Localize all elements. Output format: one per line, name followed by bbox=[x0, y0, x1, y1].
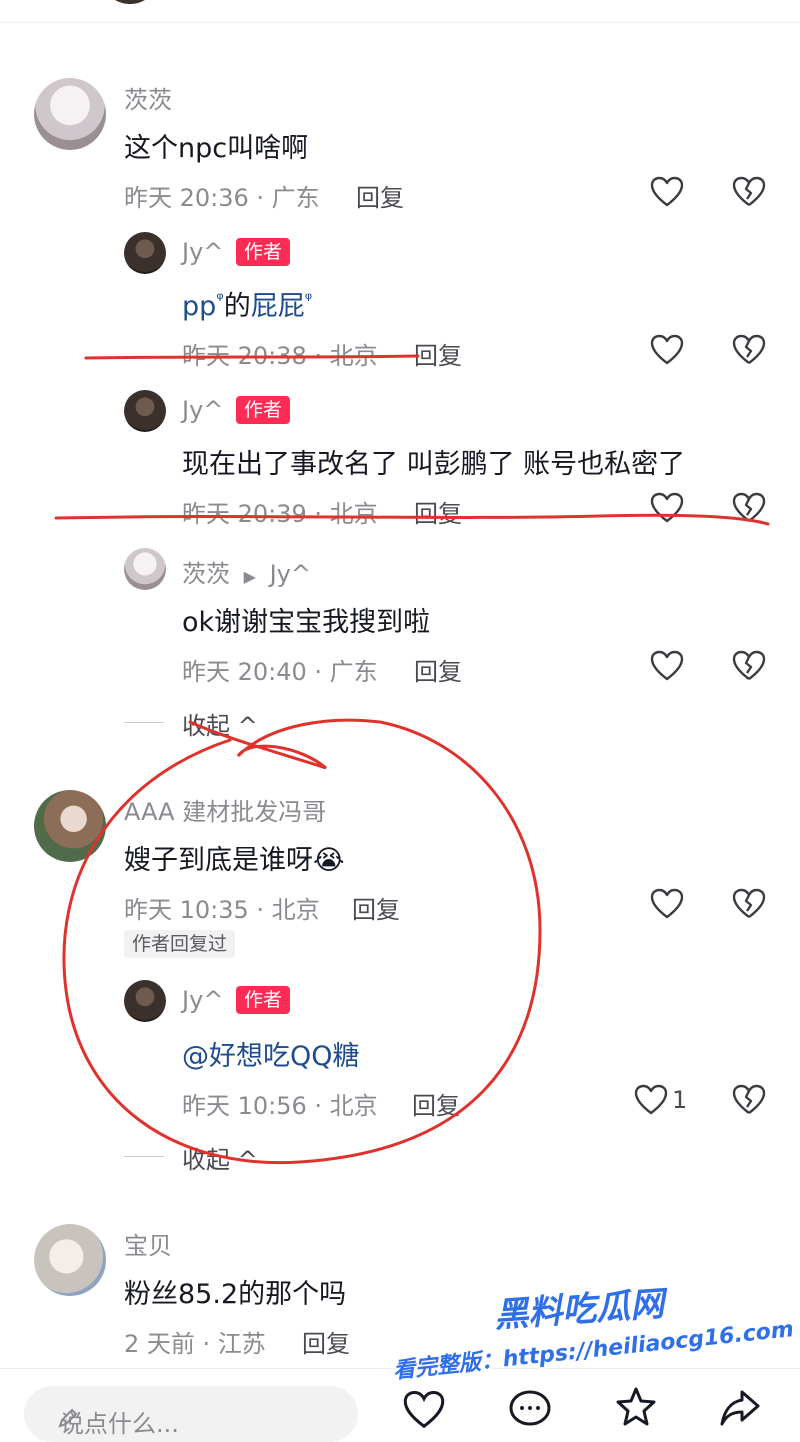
star-icon[interactable] bbox=[614, 1386, 658, 1426]
red-annotation-overlay bbox=[54, 354, 770, 1165]
share-icon[interactable] bbox=[718, 1388, 762, 1428]
edit-icon bbox=[58, 1408, 78, 1428]
comment-icon[interactable] bbox=[508, 1388, 552, 1428]
heart-outline-icon[interactable] bbox=[402, 1390, 446, 1430]
